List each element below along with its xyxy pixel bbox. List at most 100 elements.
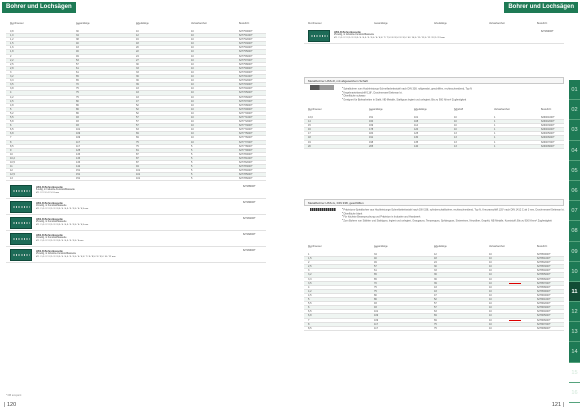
order-number: 627180000* — [243, 201, 256, 204]
unit-label: mm — [308, 247, 312, 250]
table-cell: 626008000* — [541, 144, 555, 148]
chapter-tab-03[interactable]: 03 — [569, 120, 580, 141]
page-number-left: | 120 — [4, 402, 17, 408]
highlight-mark — [509, 283, 521, 285]
left-table-body: 0,8 30 10 10 627750000* 1,0 34 12 10 627751000* 1,… — [6, 30, 266, 182]
section-heading: Metallbohrer HSS-G, DIN 338, geschliffen — [304, 199, 564, 206]
kit-sizes: Ø 1 / 1,5 / 2 / 2,5 / 3 / 3,5 / 4 / 4,5 … — [36, 255, 116, 258]
kit-image — [10, 233, 32, 245]
kit-sizes: Ø 1 / 1,5 / 2 / 2,5 / 3 / 3,5 / 4 / 4,5 … — [36, 223, 89, 226]
chapter-tab-10[interactable]: 10 — [569, 262, 580, 282]
col-header: Bestell-Nr. — [541, 109, 552, 111]
section-heading: Metallbohrer HSS-R, mit abgesetztem Scha… — [304, 77, 564, 84]
chapter-tab-16[interactable]: 16 — [569, 383, 580, 403]
kit-item: HSS-R-Bohrerkassette 25-teilig, in Indus… — [304, 29, 564, 44]
table-cell: 117 — [374, 326, 378, 330]
drill-image — [310, 85, 334, 90]
order-number: 627182000* — [243, 233, 256, 236]
table-cell: 151 — [76, 177, 81, 181]
kit-item: HSS-R-Bohrerkassette 25-teilig, in Kunsts… — [6, 216, 266, 231]
chapter-tab-15[interactable]: 15 — [569, 363, 580, 383]
section2-table-header: Durchmesser Gesamtlänge Arbeitslänge Ver… — [304, 244, 564, 251]
unit-label: mm — [374, 247, 378, 250]
chapter-tab-bar: 01 02 03 04 05 06 07 08 09 10 11 12 13 14 15 16 — [569, 80, 580, 403]
table-cell: 1 — [494, 144, 496, 148]
table-cell: 8,5 — [308, 326, 312, 330]
col-header: Verkaufseinheit — [494, 109, 510, 111]
unit-label: mm — [76, 24, 80, 27]
table-cell: 627786000* — [239, 177, 253, 181]
section1-table-body: 13,0 151 101 10 1 626001000* 14 160 108 10 1 626002… — [304, 116, 564, 149]
col-header: Bestell-Nr. — [239, 23, 250, 25]
table-cell: 205 — [369, 144, 374, 148]
page-header-right: Bohrer und Lochsägen — [504, 2, 578, 13]
col-header: Bestell-Nr. — [537, 23, 548, 25]
table-cell: 75 — [434, 326, 437, 330]
feature-list: Spiralbohrer zum Hochleistungs-Schnellar… — [342, 87, 472, 101]
section2-table-body: 1 34 12 10 627850000* 1,5 40 18 10 627851000* 2 49 2… — [304, 253, 564, 331]
col-header: Verkaufseinheit — [191, 23, 207, 25]
chapter-tab-14[interactable]: 14 — [569, 342, 580, 363]
table-cell: 13 — [454, 144, 457, 148]
table-cell: 5 — [191, 177, 193, 181]
kit-item: HSS-R-Bohrerkassette 19-teilig, in Kunsts… — [6, 232, 266, 247]
page-number-right: 121 | — [551, 402, 564, 408]
order-number: 627181000* — [243, 217, 256, 220]
highlight-mark — [509, 320, 521, 321]
kit-sizes: Ø 1 / 1,5 / 2 / 2,5 / 3 / 3,5 / 4 / 4,5 … — [36, 239, 84, 242]
order-number: 627184000* — [541, 30, 554, 33]
kit-image — [10, 217, 32, 229]
feature-list: Präzisions-Spiralbohrer aus Hochleistung… — [342, 208, 564, 222]
drill-image — [310, 208, 336, 211]
kit-image — [10, 249, 32, 261]
table-cell: 627868000* — [537, 326, 551, 330]
col-header: Arbeitslänge — [434, 23, 447, 25]
order-number: 627185000* — [243, 185, 256, 188]
chapter-tab-09[interactable]: 09 — [569, 242, 580, 262]
page-header-left: Bohrer und Lochsägen — [2, 2, 76, 13]
table-cell: 10 — [489, 326, 492, 330]
chapter-tab-06[interactable]: 06 — [569, 181, 580, 202]
chapter-tab-07[interactable]: 07 — [569, 201, 580, 222]
col-header: Verkaufseinheit — [489, 23, 505, 25]
kit-item: HSS-R-Bohrerkassette 19-teilig, in Kunsts… — [6, 200, 266, 215]
unit-label: mm — [414, 110, 418, 113]
chapter-tab-11[interactable]: 11 — [569, 281, 580, 303]
table-row: 8,5 117 75 10 627868000* — [304, 327, 564, 331]
feature-item: Geeignet für Bohrarbeiten in Stahl, NE-M… — [342, 98, 472, 102]
chapter-tab-08[interactable]: 08 — [569, 221, 580, 242]
unit-label: mm — [308, 110, 312, 113]
feature-item: Präzisions-Spiralbohrer aus Hochleistung… — [342, 208, 564, 212]
kit-sizes: Ø 1 / 1,5 / 2 / 2,5 / 3 / 3,5 / 4 / 4,5 … — [334, 36, 445, 39]
left-table-header: Durchmesser Gesamtlänge Arbeitslänge Ver… — [6, 21, 266, 28]
kit-item: HSS-R-Bohrerkassette 25-teilig, in Indust… — [6, 248, 266, 263]
table-cell: 101 — [136, 177, 141, 181]
kit-image — [10, 185, 32, 197]
unit-label: mm — [434, 247, 438, 250]
table-row: 20 205 140 13 1 626008000* — [304, 144, 564, 149]
col-header: Durchmesser — [308, 23, 322, 25]
unit-label: mm — [454, 110, 458, 113]
table-cell: 13 — [10, 177, 13, 181]
unit-label: mm — [10, 24, 14, 27]
chapter-tab-05[interactable]: 05 — [569, 161, 580, 181]
chapter-tab-12[interactable]: 12 — [569, 302, 580, 323]
table-row: 13 151 101 5 627786000* — [6, 177, 266, 182]
chapter-tab-04[interactable]: 04 — [569, 141, 580, 161]
kit-item: HSS-R-Bohrerkassette 8-teilig, in Industr… — [6, 184, 266, 199]
section1-table-header: Durchmesser Gesamtlänge Arbeitslänge Sch… — [304, 107, 564, 114]
chapter-tab-01[interactable]: 01 — [569, 80, 580, 101]
kit-sizes: Ø 1 / 1,5 / 2 / 2,5 / 3 / 3,5 / 4 / 4,5 … — [36, 207, 89, 210]
kit-image — [10, 201, 32, 213]
feature-item: Zum Bohren von Stählen und Stahlguss, le… — [342, 219, 564, 223]
right-top-header: Durchmesser Gesamtlänge Arbeitslänge Ver… — [304, 21, 564, 28]
unit-label: mm — [369, 110, 373, 113]
footnote: * DB ansyamt — [6, 394, 22, 397]
kit-sizes: Ø 1 / 2 / 3 / 4 / 5 / 6 mm — [36, 191, 59, 194]
col-header: Verkaufseinheit — [489, 246, 505, 248]
chapter-tab-13[interactable]: 13 — [569, 322, 580, 343]
table-cell: 20 — [308, 144, 311, 148]
chapter-tab-02[interactable]: 02 — [569, 100, 580, 121]
col-header: Gesamtlänge — [374, 23, 388, 25]
col-header: Bestell-Nr. — [537, 246, 548, 248]
